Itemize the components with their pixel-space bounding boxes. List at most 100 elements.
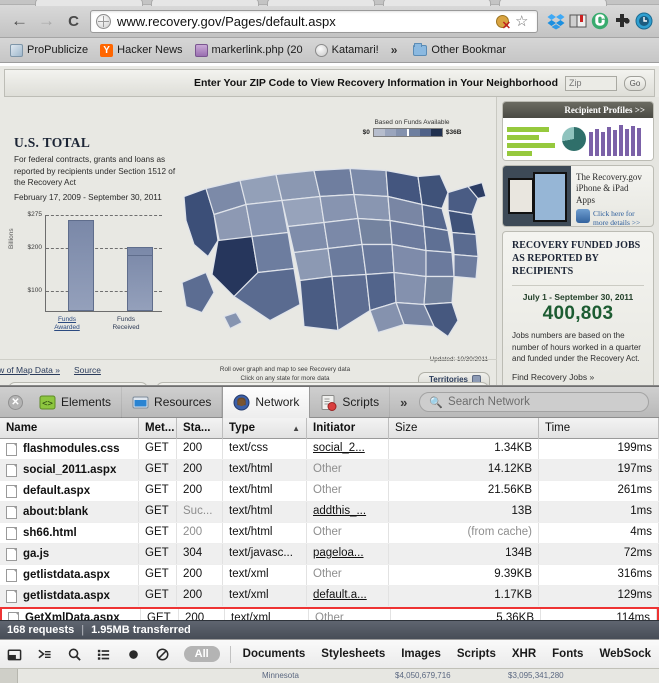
table-row[interactable]: getlistdata.aspx GET 200 text/xml default.a.… (0, 586, 659, 607)
column-header-type[interactable]: Type ▲ (223, 418, 307, 439)
filter-fonts[interactable]: Fonts (544, 648, 591, 660)
cell-status: 200 (177, 460, 223, 480)
list-view-icon[interactable] (89, 640, 119, 669)
app-details-link[interactable]: Click here for more details >> (576, 208, 648, 226)
source-link[interactable]: Source (74, 365, 101, 375)
dock-panel-icon[interactable] (0, 640, 30, 669)
recipient-profiles-heading: Recipient Profiles >> (503, 102, 653, 118)
browser-tab[interactable] (35, 0, 143, 6)
column-header-name[interactable]: Name (0, 418, 139, 439)
column-header-time[interactable]: Time (539, 418, 659, 439)
bookmark-markerlink[interactable]: markerlink.php (20 (189, 42, 309, 59)
tab-network[interactable]: Network (222, 387, 311, 418)
cell-name: getlistdata.aspx (0, 565, 139, 585)
search-network-field[interactable]: 🔍 Search Network (419, 392, 649, 412)
chart-label-funds-awarded[interactable]: Funds Awarded (44, 316, 90, 332)
back-icon[interactable]: ← (6, 9, 33, 33)
close-icon[interactable]: ✕ (8, 394, 23, 410)
stumbleupon-icon[interactable] (591, 12, 609, 30)
zip-input[interactable] (565, 75, 617, 91)
readitlater-icon[interactable] (569, 12, 587, 30)
forward-icon[interactable]: → (33, 9, 60, 33)
cell-size: 5.36KB (391, 609, 541, 620)
table-row[interactable]: social_2011.aspx GET 200 text/html Other 14.1… (0, 460, 659, 481)
bar-funds-awarded[interactable] (68, 220, 94, 311)
svg-text:<>: <> (42, 399, 53, 409)
clock-icon[interactable] (635, 12, 653, 30)
table-row[interactable]: GetXmlData.aspx GET 200 text/xml Other 5.36KB… (0, 607, 659, 620)
filter-stylesheets[interactable]: Stylesheets (313, 648, 393, 660)
document-icon (6, 547, 17, 561)
cell-name: social_2011.aspx (0, 460, 139, 480)
funds-bar-chart[interactable]: Billions $275 $200 $100 Funds Awarded Fun… (8, 209, 164, 334)
filter-all-button[interactable]: All (183, 646, 220, 662)
cookie-blocked-icon[interactable]: ✕ (496, 13, 513, 31)
cell-initiator[interactable]: default.a... (307, 586, 389, 606)
table-row[interactable]: getlistdata.aspx GET 200 text/xml Other 9.39K… (0, 565, 659, 586)
cell-time: 261ms (539, 481, 659, 501)
mobile-apps-card[interactable]: The Recovery.gov iPhone & iPad Apps Clic… (502, 165, 654, 227)
filter-scripts[interactable]: Scripts (449, 648, 504, 660)
browser-tab[interactable] (499, 0, 607, 6)
filter-websockets[interactable]: WebSock (591, 648, 659, 660)
peek-state-name: Minnesota (262, 671, 299, 680)
bookmark-propublicize[interactable]: ProPublicize (4, 42, 94, 59)
table-row[interactable]: flashmodules.css GET 200 text/css social_2..… (0, 439, 659, 460)
table-row[interactable]: ga.js GET 304 text/javasc... pageloa... 134B 7… (0, 544, 659, 565)
browser-tab[interactable] (267, 0, 375, 6)
network-requests-table[interactable]: Name Met... Sta... Type ▲ Initiator Size … (0, 418, 659, 620)
address-bar[interactable]: www.recovery.gov/Pages/default.aspx ✕ ☆ (90, 9, 538, 33)
bookmarks-overflow-icon[interactable]: » (385, 41, 404, 59)
us-funding-map[interactable]: Based on Funds Available $0 $36B Roll ov… (172, 119, 492, 385)
cell-method: GET (141, 609, 179, 620)
console-prompt-icon[interactable] (30, 640, 60, 669)
sort-ascending-icon: ▲ (292, 423, 300, 433)
reload-icon[interactable]: C (60, 9, 87, 33)
globe-icon (96, 13, 111, 29)
table-row[interactable]: default.aspx GET 200 text/html Other 21.56KB 2… (0, 481, 659, 502)
zip-go-button[interactable]: Go (624, 75, 646, 91)
table-row[interactable]: about:blank GET Suc... text/html addthis_...… (0, 502, 659, 523)
cell-initiator[interactable]: pageloa... (307, 544, 389, 564)
filter-xhr[interactable]: XHR (504, 648, 544, 660)
find-recovery-jobs-link[interactable]: Find Recovery Jobs » (512, 372, 644, 382)
cell-initiator[interactable]: addthis_... (307, 502, 389, 522)
cell-type: text/html (223, 460, 307, 480)
tab-scripts[interactable]: Scripts (310, 386, 391, 418)
other-bookmarks-folder[interactable]: Other Bookmar (407, 42, 512, 58)
addthis-icon[interactable] (613, 12, 631, 30)
dropbox-icon[interactable] (547, 12, 565, 30)
record-icon[interactable] (118, 640, 148, 669)
bar-funds-received[interactable] (127, 247, 153, 311)
search-icon[interactable] (59, 640, 89, 669)
column-header-size[interactable]: Size (389, 418, 539, 439)
cell-method: GET (139, 523, 177, 543)
browser-tab[interactable] (151, 0, 259, 6)
bookmark-katamari[interactable]: Katamari! (309, 42, 385, 59)
app-store-icon (576, 208, 590, 223)
map-states-svg[interactable] (172, 137, 492, 352)
column-header-method[interactable]: Met... (139, 418, 177, 439)
document-icon (6, 589, 17, 603)
filter-documents[interactable]: Documents (235, 648, 314, 660)
app-screenshot (503, 166, 571, 226)
cell-initiator[interactable]: social_2... (307, 439, 389, 459)
jobs-number: 400,803 (542, 303, 614, 324)
cell-time: 197ms (539, 460, 659, 480)
cell-initiator: Other (309, 609, 391, 620)
column-header-initiator[interactable]: Initiator (307, 418, 389, 439)
column-header-status[interactable]: Sta... (177, 418, 223, 439)
document-icon (6, 505, 17, 519)
filter-images[interactable]: Images (393, 648, 449, 660)
table-row[interactable]: sh66.html GET 200 text/html Other (from cache… (0, 523, 659, 544)
recipient-profiles-card[interactable]: Recipient Profiles >> (502, 101, 654, 161)
text-view-of-map-data-link[interactable]: Text View of Map Data » (0, 365, 60, 375)
tab-resources[interactable]: Resources (122, 386, 223, 418)
clear-icon[interactable] (148, 640, 178, 669)
bookmark-hacker-news[interactable]: Y Hacker News (94, 42, 188, 59)
browser-tab[interactable] (383, 0, 491, 6)
tab-elements[interactable]: <> Elements (29, 386, 123, 418)
devtools-tabs-overflow-icon[interactable]: » (390, 395, 417, 410)
cell-type: text/css (223, 439, 307, 459)
bookmark-star-icon[interactable]: ☆ (515, 13, 532, 30)
